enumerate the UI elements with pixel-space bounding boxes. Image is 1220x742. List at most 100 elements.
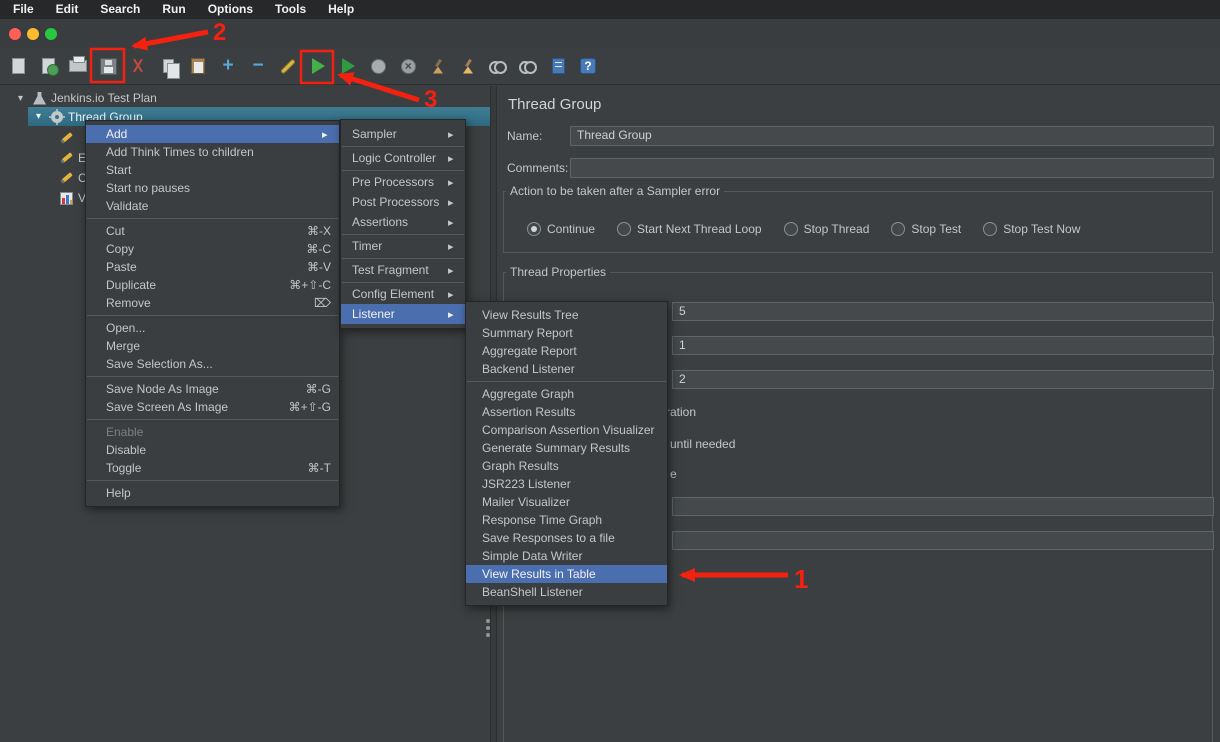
menu-item[interactable]: JSR223 Listener <box>466 475 667 493</box>
menu-item[interactable]: Add <box>86 125 339 143</box>
toggle-icon[interactable] <box>276 53 300 80</box>
menu-item[interactable]: Save Screen As Image ⌘+⇧-G <box>86 398 339 416</box>
search-reset-icon[interactable] <box>516 53 540 80</box>
tree-item[interactable]: E <box>60 148 87 168</box>
menu-item[interactable]: Copy ⌘-C <box>86 240 339 258</box>
menu-item[interactable]: Disable <box>86 441 339 459</box>
help-icon[interactable]: ? <box>576 53 600 80</box>
menu-item[interactable]: Timer <box>341 236 465 256</box>
menu-item[interactable]: Paste ⌘-V <box>86 258 339 276</box>
menu-item[interactable]: Toggle ⌘-T <box>86 459 339 477</box>
menu-item[interactable]: BeanShell Listener <box>466 583 667 601</box>
start-no-pauses-icon[interactable] <box>336 53 360 80</box>
menu-item[interactable]: Aggregate Graph <box>466 385 667 403</box>
menu-item[interactable]: Pre Processors <box>341 172 465 192</box>
sampler-error-group-title: Action to be taken after a Sampler error <box>506 184 724 198</box>
copy-icon[interactable] <box>156 53 180 80</box>
menu-item[interactable]: Validate <box>86 197 339 215</box>
open-file-icon[interactable] <box>66 53 90 80</box>
tree-item[interactable]: V <box>60 188 87 208</box>
menu-item[interactable]: Open... <box>86 319 339 337</box>
menu-item[interactable]: Start no pauses <box>86 179 339 197</box>
name-field[interactable]: Thread Group <box>570 126 1214 146</box>
menu-item[interactable]: Aggregate Report <box>466 342 667 360</box>
menu-item[interactable]: Mailer Visualizer <box>466 493 667 511</box>
menu-item[interactable]: Save Selection As... <box>86 355 339 373</box>
menubar-item[interactable]: Run <box>151 0 196 19</box>
menu-item[interactable]: Merge <box>86 337 339 355</box>
menu-item[interactable]: Generate Summary Results <box>466 439 667 457</box>
ramp-up-field[interactable]: 1 <box>672 336 1214 355</box>
radio-option[interactable]: Stop Test Now <box>983 222 1080 236</box>
menu-item[interactable]: Save Node As Image ⌘-G <box>86 380 339 398</box>
clear-all-icon[interactable] <box>456 53 480 80</box>
shutdown-icon[interactable] <box>396 53 420 80</box>
radio-label: Stop Test <box>911 222 961 236</box>
stop-icon[interactable] <box>366 53 390 80</box>
menubar-item[interactable]: Options <box>197 0 264 19</box>
save-icon[interactable] <box>96 53 120 80</box>
expand-arrow-icon[interactable] <box>36 111 46 122</box>
menu-item[interactable]: View Results Tree <box>466 306 667 324</box>
radio-option[interactable]: Stop Test <box>891 222 961 236</box>
clear-icon[interactable] <box>426 53 450 80</box>
shortcut-label: ⌘-C <box>306 240 331 258</box>
tree-children: E C V <box>60 128 87 208</box>
pencil-icon <box>60 132 73 143</box>
collapse-all-icon[interactable]: − <box>246 53 270 80</box>
menu-item[interactable]: Assertion Results <box>466 403 667 421</box>
start-icon[interactable] <box>306 53 330 80</box>
radio-option[interactable]: Stop Thread <box>784 222 870 236</box>
menu-item[interactable]: Comparison Assertion Visualizer <box>466 421 667 439</box>
menu-item[interactable]: Save Responses to a file <box>466 529 667 547</box>
menu-item[interactable]: Enable <box>86 423 339 441</box>
loop-count-field[interactable]: 2 <box>672 370 1214 389</box>
templates-icon[interactable] <box>36 53 60 80</box>
tree-item-test-plan[interactable]: Jenkins.io Test Plan <box>18 89 157 107</box>
duration-field[interactable] <box>672 497 1214 516</box>
menu-item[interactable]: Start <box>86 161 339 179</box>
menu-item[interactable]: Post Processors <box>341 192 465 212</box>
radio-option[interactable]: Start Next Thread Loop <box>617 222 762 236</box>
menu-item[interactable]: Remove ⌦ <box>86 294 339 312</box>
zoom-window-button[interactable] <box>45 28 57 40</box>
expand-arrow-icon[interactable] <box>18 93 28 104</box>
menu-item[interactable]: Duplicate ⌘+⇧-C <box>86 276 339 294</box>
radio-option[interactable]: Continue <box>527 222 595 236</box>
menubar-item[interactable]: Help <box>317 0 365 19</box>
menubar-item[interactable]: Search <box>89 0 151 19</box>
menu-item[interactable]: Listener <box>341 304 465 324</box>
function-helper-icon[interactable] <box>546 53 570 80</box>
menubar-item[interactable]: Tools <box>264 0 317 19</box>
menu-item[interactable]: Backend Listener <box>466 360 667 378</box>
minimize-window-button[interactable] <box>27 28 39 40</box>
splitter-grip-icon[interactable] <box>486 619 490 623</box>
tree-item[interactable]: C <box>60 168 87 188</box>
menu-item[interactable]: Help <box>86 484 339 502</box>
menubar-item[interactable]: Edit <box>45 0 90 19</box>
startup-delay-field[interactable] <box>672 531 1214 550</box>
new-file-icon[interactable] <box>6 53 30 80</box>
radio-label: Stop Thread <box>804 222 870 236</box>
menu-item[interactable]: Summary Report <box>466 324 667 342</box>
expand-all-icon[interactable]: + <box>216 53 240 80</box>
number-of-threads-field[interactable]: 5 <box>672 302 1214 321</box>
search-icon[interactable] <box>486 53 510 80</box>
cut-icon[interactable] <box>126 53 150 80</box>
paste-icon[interactable] <box>186 53 210 80</box>
menu-item[interactable]: Response Time Graph <box>466 511 667 529</box>
tree-item[interactable] <box>60 128 87 148</box>
menu-item[interactable]: Graph Results <box>466 457 667 475</box>
menu-item[interactable]: View Results in Table <box>466 565 667 583</box>
menu-item[interactable]: Simple Data Writer <box>466 547 667 565</box>
close-window-button[interactable] <box>9 28 21 40</box>
menu-item[interactable]: Assertions <box>341 212 465 232</box>
menu-item[interactable]: Sampler <box>341 124 465 144</box>
menu-item[interactable]: Test Fragment <box>341 260 465 280</box>
menu-item[interactable]: Config Element <box>341 284 465 304</box>
comments-field[interactable] <box>570 158 1214 178</box>
menu-item[interactable]: Logic Controller <box>341 148 465 168</box>
menu-item[interactable]: Cut ⌘-X <box>86 222 339 240</box>
menu-item[interactable]: Add Think Times to children <box>86 143 339 161</box>
menubar-item[interactable]: File <box>2 0 45 19</box>
